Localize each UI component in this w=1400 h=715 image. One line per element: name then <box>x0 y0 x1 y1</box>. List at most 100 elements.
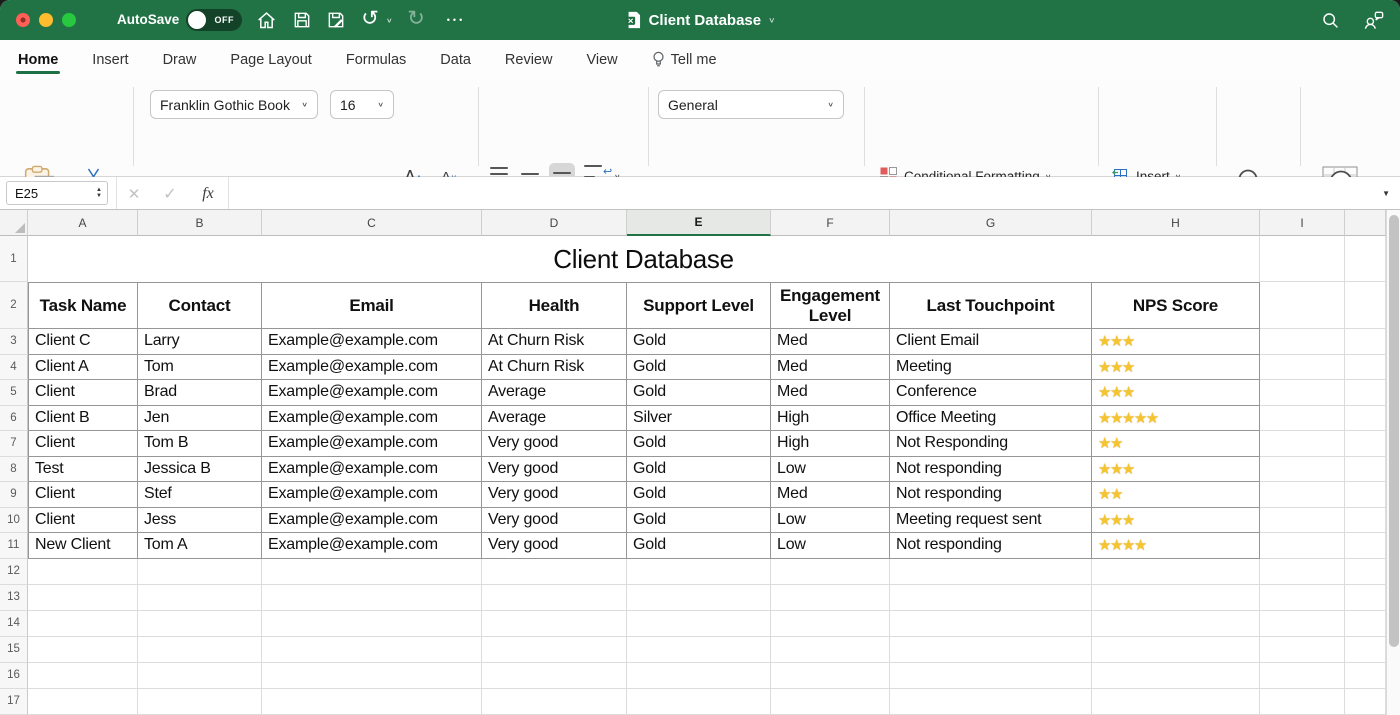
share-people-icon[interactable] <box>1362 8 1386 32</box>
cell-I17[interactable] <box>1260 689 1345 715</box>
cell-B7[interactable]: Tom B <box>138 431 262 457</box>
column-header-I[interactable]: I <box>1260 210 1345 236</box>
cell-H9[interactable]: ★★ <box>1092 482 1260 508</box>
scrollbar-thumb[interactable] <box>1389 215 1399 647</box>
cell-H15[interactable] <box>1092 637 1260 663</box>
column-header-A[interactable]: A <box>28 210 138 236</box>
cell-partial14[interactable] <box>1345 611 1386 637</box>
cell-G4[interactable]: Meeting <box>890 355 1092 381</box>
cell-A4[interactable]: Client A <box>28 355 138 381</box>
cell-H16[interactable] <box>1092 663 1260 689</box>
cell-D13[interactable] <box>482 585 627 611</box>
search-icon[interactable] <box>1318 8 1342 32</box>
cell-partial-5[interactable] <box>1345 380 1386 406</box>
cell-B17[interactable] <box>138 689 262 715</box>
confirm-entry-icon[interactable]: ✓ <box>158 177 182 210</box>
cell-B8[interactable]: Jessica B <box>138 457 262 483</box>
title-chevron-icon[interactable]: ∨ <box>768 16 775 24</box>
cell-I12[interactable] <box>1260 559 1345 585</box>
row-header-10[interactable]: 10 <box>0 508 28 534</box>
cell-partial13[interactable] <box>1345 585 1386 611</box>
cell-E11[interactable]: Gold <box>627 533 771 559</box>
minimize-window-button[interactable] <box>39 13 53 27</box>
cell-H8[interactable]: ★★★ <box>1092 457 1260 483</box>
cell-H6[interactable]: ★★★★★ <box>1092 406 1260 432</box>
cell-G10[interactable]: Meeting request sent <box>890 508 1092 534</box>
row-header-3[interactable]: 3 <box>0 329 28 355</box>
row-header-11[interactable]: 11 <box>0 533 28 559</box>
cell-I5[interactable] <box>1260 380 1345 406</box>
cell-D14[interactable] <box>482 611 627 637</box>
cell-H3[interactable]: ★★★ <box>1092 329 1260 355</box>
cell-G9[interactable]: Not responding <box>890 482 1092 508</box>
cell-I14[interactable] <box>1260 611 1345 637</box>
cell-C3[interactable]: Example@example.com <box>262 329 482 355</box>
cell-partial12[interactable] <box>1345 559 1386 585</box>
cell-partial-11[interactable] <box>1345 533 1386 559</box>
cell-partial16[interactable] <box>1345 663 1386 689</box>
cell-C17[interactable] <box>262 689 482 715</box>
cell-A15[interactable] <box>28 637 138 663</box>
cell-partial-6[interactable] <box>1345 406 1386 432</box>
cancel-entry-icon[interactable]: ✕ <box>122 177 146 210</box>
header-cell-support-level[interactable]: Support Level <box>627 282 771 329</box>
row-header-7[interactable]: 7 <box>0 431 28 457</box>
cell-F8[interactable]: Low <box>771 457 890 483</box>
cell-D5[interactable]: Average <box>482 380 627 406</box>
cell-H12[interactable] <box>1092 559 1260 585</box>
vertical-scrollbar[interactable] <box>1386 210 1400 715</box>
row-header-2[interactable]: 2 <box>0 282 28 329</box>
cell-A17[interactable] <box>28 689 138 715</box>
tab-home[interactable]: Home <box>16 43 60 77</box>
select-all-corner[interactable] <box>0 210 28 236</box>
column-header-E[interactable]: E <box>627 210 771 236</box>
header-cell-engagement-level[interactable]: EngagementLevel <box>771 282 890 329</box>
column-header-D[interactable]: D <box>482 210 627 236</box>
cell-B11[interactable]: Tom A <box>138 533 262 559</box>
cell-I6[interactable] <box>1260 406 1345 432</box>
cell-partial-1[interactable] <box>1345 236 1386 282</box>
cell-E6[interactable]: Silver <box>627 406 771 432</box>
cell-partial-7[interactable] <box>1345 431 1386 457</box>
cell-C8[interactable]: Example@example.com <box>262 457 482 483</box>
save-as-icon[interactable] <box>324 8 348 32</box>
formula-input[interactable] <box>229 177 1376 209</box>
document-title[interactable]: Client Database <box>649 12 762 29</box>
cell-G7[interactable]: Not Responding <box>890 431 1092 457</box>
cell-C9[interactable]: Example@example.com <box>262 482 482 508</box>
header-cell-nps-score[interactable]: NPS Score <box>1092 282 1260 329</box>
cell-E9[interactable]: Gold <box>627 482 771 508</box>
name-box[interactable]: E25 ▲ ▼ <box>6 181 108 205</box>
row-header-17[interactable]: 17 <box>0 689 28 715</box>
cell-A6[interactable]: Client B <box>28 406 138 432</box>
tab-review[interactable]: Review <box>503 43 555 77</box>
cell-I9[interactable] <box>1260 482 1345 508</box>
column-header-F[interactable]: F <box>771 210 890 236</box>
zoom-window-button[interactable] <box>62 13 76 27</box>
cell-A11[interactable]: New Client <box>28 533 138 559</box>
cell-C14[interactable] <box>262 611 482 637</box>
row-header-4[interactable]: 4 <box>0 355 28 381</box>
cell-F12[interactable] <box>771 559 890 585</box>
cell-partial17[interactable] <box>1345 689 1386 715</box>
cell-B5[interactable]: Brad <box>138 380 262 406</box>
cell-F16[interactable] <box>771 663 890 689</box>
cell-H4[interactable]: ★★★ <box>1092 355 1260 381</box>
cell-E12[interactable] <box>627 559 771 585</box>
cell-D17[interactable] <box>482 689 627 715</box>
cell-F6[interactable]: High <box>771 406 890 432</box>
cell-B4[interactable]: Tom <box>138 355 262 381</box>
cell-F4[interactable]: Med <box>771 355 890 381</box>
tab-formulas[interactable]: Formulas <box>344 43 408 77</box>
font-name-select[interactable]: Franklin Gothic Book ∨ <box>150 90 318 119</box>
cell-partial-2[interactable] <box>1345 282 1386 329</box>
row-header-6[interactable]: 6 <box>0 406 28 432</box>
cell-F7[interactable]: High <box>771 431 890 457</box>
cell-F10[interactable]: Low <box>771 508 890 534</box>
cell-D10[interactable]: Very good <box>482 508 627 534</box>
cell-H5[interactable]: ★★★ <box>1092 380 1260 406</box>
column-header-partial[interactable] <box>1345 210 1386 236</box>
cell-A9[interactable]: Client <box>28 482 138 508</box>
cell-F9[interactable]: Med <box>771 482 890 508</box>
font-size-select[interactable]: 16 ∨ <box>330 90 394 119</box>
